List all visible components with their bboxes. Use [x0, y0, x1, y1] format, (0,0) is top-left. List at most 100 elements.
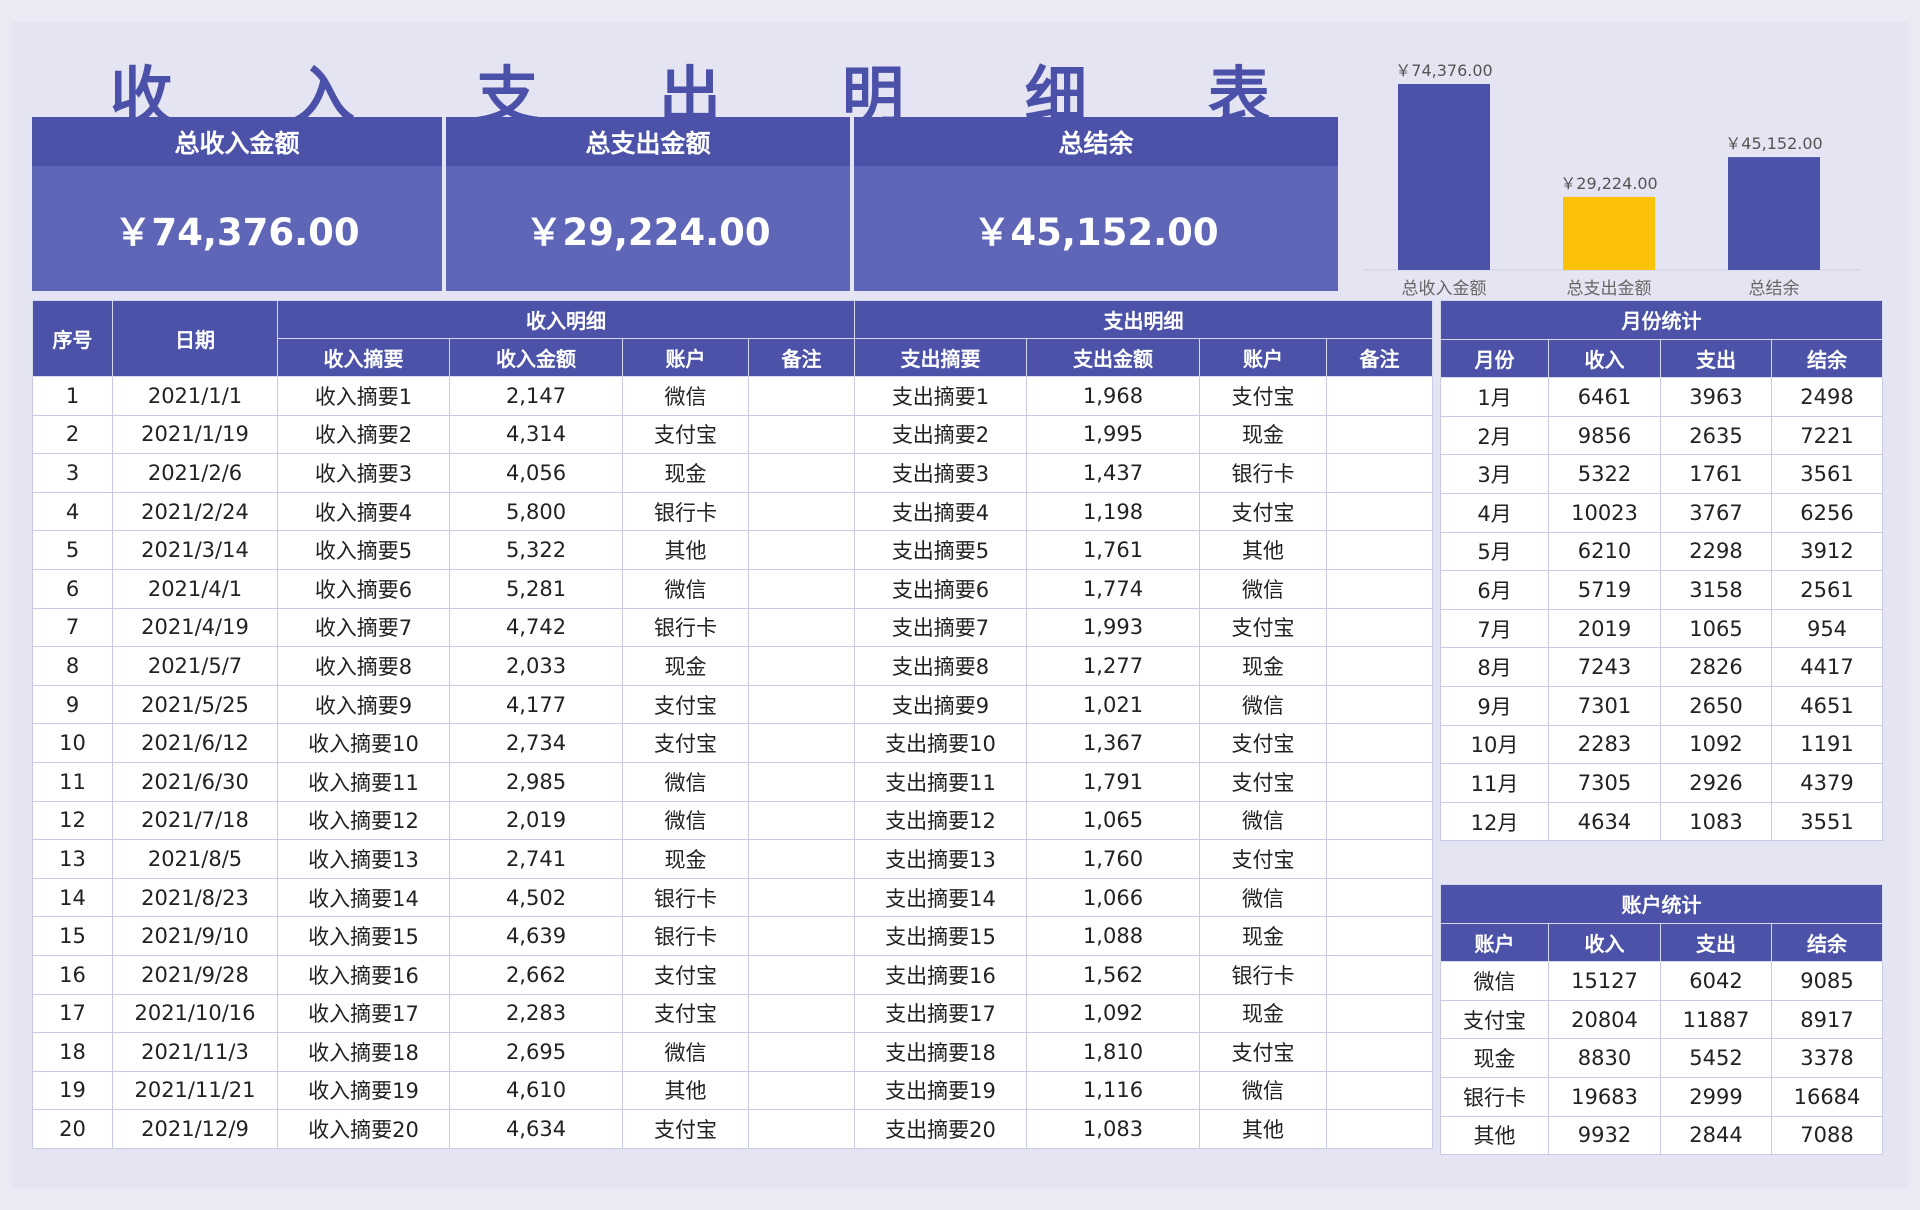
account-cell: 2844 [1660, 1115, 1772, 1156]
account-header: 结余 [1771, 922, 1883, 963]
monthly-cell: 3月 [1440, 454, 1549, 494]
income-amount-cell: 4,502 [449, 877, 623, 918]
chart-bar [1563, 196, 1655, 270]
summary-bar-chart: ￥74,376.00 总收入金额 ￥29,224.00 总支出金额 ￥45,152.00… [1364, 61, 1860, 299]
seq-cell: 3 [32, 453, 113, 493]
income-account-cell: 支付宝 [622, 684, 749, 725]
monthly-cell: 954 [1771, 608, 1883, 649]
monthly-cell: 8月 [1440, 647, 1549, 687]
chart-category-label: 总结余 [1749, 279, 1800, 299]
income-amount-cell: 5,322 [449, 530, 623, 570]
table-row: 9 2021/5/25 收入摘要9 4,177 支付宝 支出摘要9 1,021 微信 [32, 684, 1433, 725]
monthly-cell: 6256 [1771, 492, 1883, 533]
expense-amount-cell: 1,791 [1026, 761, 1200, 802]
chart-category-label: 总收入金额 [1402, 279, 1487, 299]
seq-cell: 17 [32, 993, 113, 1034]
expense-account-cell: 现金 [1199, 993, 1327, 1034]
income-summary-cell: 收入摘要16 [277, 954, 450, 995]
expense-note-cell [1326, 839, 1433, 879]
seq-cell: 12 [32, 800, 113, 841]
expense-amount-cell: 1,092 [1026, 993, 1200, 1034]
table-row: 13 2021/8/5 收入摘要13 2,741 现金 支出摘要13 1,760 支付宝 [32, 839, 1433, 879]
seq-cell: 16 [32, 954, 113, 995]
expense-account-cell: 支付宝 [1199, 723, 1327, 763]
monthly-title: 月份统计 [1440, 300, 1883, 340]
expense-amount-cell: 1,995 [1026, 414, 1200, 455]
income-note-cell [748, 1032, 855, 1072]
expense-account-cell: 微信 [1199, 1070, 1327, 1111]
account-cell: 现金 [1440, 1038, 1549, 1078]
table-row: 4月 10023 3767 6256 [1440, 492, 1883, 533]
monthly-cell: 2561 [1771, 570, 1883, 610]
income-note-cell [748, 877, 855, 918]
income-account-cell: 现金 [622, 839, 749, 879]
income-summary-cell: 收入摘要10 [277, 723, 450, 763]
table-row: 现金 8830 5452 3378 [1440, 1038, 1883, 1078]
chart-category-label: 总支出金额 [1567, 279, 1652, 299]
income-note-cell [748, 839, 855, 879]
expense-summary-cell: 支出摘要18 [854, 1032, 1027, 1072]
income-summary-cell: 收入摘要8 [277, 646, 450, 686]
account-cell: 19683 [1548, 1076, 1661, 1117]
income-note-cell [748, 800, 855, 841]
card-label: 总支出金额 [446, 117, 850, 166]
account-cell: 3378 [1771, 1038, 1883, 1078]
monthly-header: 月份 [1440, 338, 1549, 379]
income-note-header: 备注 [748, 338, 855, 377]
expense-account-cell: 银行卡 [1199, 453, 1327, 493]
income-note-cell [748, 954, 855, 995]
expense-note-cell [1326, 607, 1433, 648]
expense-summary-cell: 支出摘要13 [854, 839, 1027, 879]
date-cell: 2021/9/28 [112, 954, 278, 995]
expense-summary-cell: 支出摘要2 [854, 414, 1027, 455]
seq-cell: 8 [32, 646, 113, 686]
expense-note-cell [1326, 877, 1433, 918]
expense-summary-header: 支出摘要 [854, 338, 1027, 377]
expense-account-cell: 支付宝 [1199, 376, 1327, 416]
expense-summary-cell: 支出摘要10 [854, 723, 1027, 763]
table-row: 银行卡 19683 2999 16684 [1440, 1076, 1883, 1117]
expense-amount-cell: 1,810 [1026, 1032, 1200, 1072]
income-account-cell: 微信 [622, 1032, 749, 1072]
card-value: ￥74,376.00 [114, 210, 360, 254]
monthly-cell: 1092 [1660, 724, 1772, 765]
chart-data-label: ￥45,152.00 [1725, 134, 1822, 153]
table-row: 12 2021/7/18 收入摘要12 2,019 微信 支出摘要12 1,065 微信 [32, 800, 1433, 841]
monthly-cell: 10023 [1548, 492, 1661, 533]
monthly-cell: 10月 [1440, 724, 1549, 765]
monthly-cell: 2650 [1660, 685, 1772, 726]
date-cell: 2021/8/5 [112, 839, 278, 879]
date-cell: 2021/11/21 [112, 1070, 278, 1111]
expense-summary-cell: 支出摘要16 [854, 954, 1027, 995]
date-cell: 2021/4/19 [112, 607, 278, 648]
expense-note-cell [1326, 491, 1433, 532]
income-summary-cell: 收入摘要7 [277, 607, 450, 648]
monthly-header: 结余 [1771, 338, 1883, 379]
monthly-cell: 7月 [1440, 608, 1549, 649]
income-summary-cell: 收入摘要17 [277, 993, 450, 1034]
expense-account-cell: 现金 [1199, 414, 1327, 455]
seq-cell: 1 [32, 376, 113, 416]
income-amount-cell: 2,662 [449, 954, 623, 995]
expense-summary-cell: 支出摘要5 [854, 530, 1027, 570]
income-summary-cell: 收入摘要11 [277, 761, 450, 802]
income-account-cell: 支付宝 [622, 954, 749, 995]
income-summary-cell: 收入摘要19 [277, 1070, 450, 1111]
account-header: 账户 [1440, 922, 1549, 963]
income-summary-header: 收入摘要 [277, 338, 450, 377]
monthly-cell: 1083 [1660, 801, 1772, 842]
monthly-cell: 7305 [1548, 763, 1661, 803]
expense-amount-cell: 1,760 [1026, 839, 1200, 879]
seq-cell: 2 [32, 414, 113, 455]
monthly-cell: 4月 [1440, 492, 1549, 533]
expense-note-cell [1326, 568, 1433, 609]
income-summary-cell: 收入摘要9 [277, 684, 450, 725]
monthly-cell: 1191 [1771, 724, 1883, 765]
table-row: 20 2021/12/9 收入摘要20 4,634 支付宝 支出摘要20 1,083 其他 [32, 1109, 1433, 1149]
income-amount-cell: 2,033 [449, 646, 623, 686]
monthly-cell: 4651 [1771, 685, 1883, 726]
expense-note-cell [1326, 916, 1433, 956]
expense-amount-cell: 1,774 [1026, 568, 1200, 609]
detail-table: 序号 日期 收入明细 支出明细 收入摘要 收入金额 账户 备注 支出摘要 支出金… [32, 300, 1433, 1149]
expense-summary-cell: 支出摘要6 [854, 568, 1027, 609]
